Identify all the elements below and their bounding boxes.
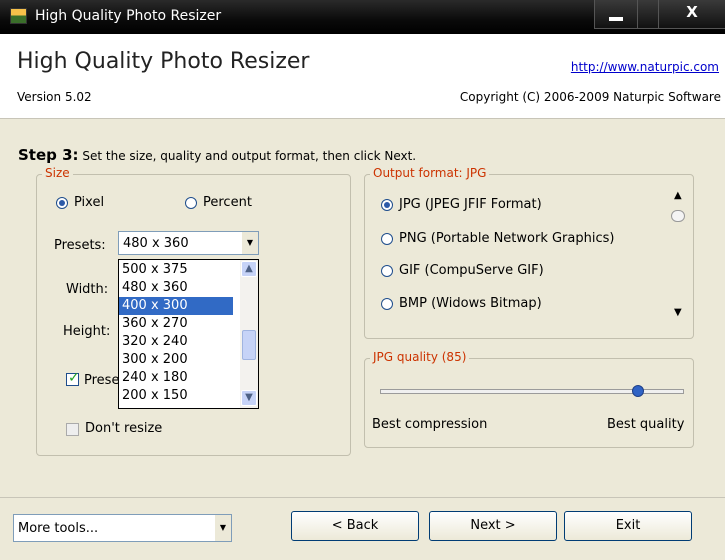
- presets-dropdown-list[interactable]: 500 x 375 480 x 360 400 x 300 360 x 270 …: [118, 259, 259, 409]
- header-panel: High Quality Photo Resizer http://www.na…: [0, 34, 725, 119]
- scroll-down-icon[interactable]: ▼: [241, 390, 257, 406]
- version-text: Version 5.02: [17, 90, 92, 104]
- format-radio-bmp[interactable]: [381, 298, 393, 310]
- exit-button[interactable]: Exit: [564, 511, 692, 541]
- scroll-thumb[interactable]: [671, 210, 685, 222]
- presets-combo[interactable]: 480 x 360 ▼: [118, 231, 259, 255]
- chevron-down-icon[interactable]: ▼: [242, 232, 258, 254]
- format-label-png: PNG (Portable Network Graphics): [399, 231, 615, 246]
- dropdown-scrollbar[interactable]: ▲ ▼: [240, 260, 258, 408]
- presets-options: 500 x 375 480 x 360 400 x 300 360 x 270 …: [119, 261, 233, 405]
- copyright-text: Copyright (C) 2006-2009 Naturpic Softwar…: [459, 90, 721, 104]
- minimize-icon: [609, 17, 623, 21]
- dont-resize-checkbox[interactable]: [66, 423, 79, 436]
- preset-option[interactable]: 320 x 240: [119, 333, 233, 351]
- presets-label: Presets:: [54, 238, 106, 253]
- scroll-up-icon[interactable]: ▲: [674, 190, 682, 201]
- dont-resize-label: Don't resize: [85, 421, 163, 436]
- step-label: Step 3:: [18, 146, 79, 164]
- preset-option[interactable]: 300 x 200: [119, 351, 233, 369]
- website-link[interactable]: http://www.naturpic.com: [571, 60, 719, 74]
- jpg-quality-legend: JPG quality (85): [370, 350, 470, 364]
- step-text: Set the size, quality and output format,…: [82, 149, 417, 163]
- next-button[interactable]: Next >: [429, 511, 557, 541]
- jpg-quality-group: [364, 358, 694, 448]
- quality-slider-thumb[interactable]: [631, 385, 644, 397]
- format-scrollbar[interactable]: ▲ ▼: [669, 188, 689, 328]
- preserve-aspect-checkbox[interactable]: ✓: [66, 370, 80, 386]
- back-button[interactable]: < Back: [291, 511, 419, 541]
- app-title: High Quality Photo Resizer: [17, 49, 310, 74]
- best-quality-label: Best quality: [607, 417, 685, 432]
- window-title: High Quality Photo Resizer: [35, 8, 222, 24]
- format-radio-gif[interactable]: [381, 265, 393, 277]
- preset-option[interactable]: 480 x 360: [119, 279, 233, 297]
- preset-option[interactable]: 240 x 180: [119, 369, 233, 387]
- close-icon: X: [686, 3, 698, 21]
- title-bar: High Quality Photo Resizer X: [0, 0, 725, 34]
- scroll-down-icon[interactable]: ▼: [674, 307, 682, 318]
- window-controls: X: [594, 0, 725, 29]
- chevron-down-icon[interactable]: ▼: [215, 515, 231, 541]
- height-label: Height:: [63, 324, 111, 339]
- percent-label: Percent: [203, 195, 252, 210]
- close-button[interactable]: X: [659, 0, 725, 28]
- preset-option[interactable]: 400 x 300: [119, 297, 233, 315]
- format-radio-jpg[interactable]: [381, 199, 393, 211]
- pixel-radio[interactable]: [56, 197, 68, 209]
- width-label: Width:: [66, 282, 109, 297]
- format-label-bmp: BMP (Widows Bitmap): [399, 296, 542, 311]
- minimize-button[interactable]: [595, 0, 638, 28]
- preserve-aspect-label: Prese: [84, 373, 120, 388]
- more-tools-combo[interactable]: More tools... ▼: [13, 514, 232, 542]
- format-label-gif: GIF (CompuServe GIF): [399, 263, 544, 278]
- size-legend: Size: [42, 166, 73, 180]
- scroll-thumb[interactable]: [242, 330, 256, 360]
- format-label-jpg: JPG (JPEG JFIF Format): [399, 197, 542, 212]
- preset-option[interactable]: 360 x 270: [119, 315, 233, 333]
- maximize-button[interactable]: [638, 0, 659, 28]
- presets-value: 480 x 360: [123, 236, 189, 251]
- scroll-up-icon[interactable]: ▲: [241, 261, 257, 277]
- quality-slider-track[interactable]: [380, 385, 684, 397]
- app-icon: [10, 8, 27, 24]
- output-format-legend: Output format: JPG: [370, 166, 490, 180]
- preset-option[interactable]: 500 x 375: [119, 261, 233, 279]
- step-instruction: Step 3: Set the size, quality and output…: [18, 146, 416, 164]
- format-radio-png[interactable]: [381, 233, 393, 245]
- pixel-label: Pixel: [74, 195, 105, 210]
- best-compression-label: Best compression: [372, 417, 488, 432]
- preset-option[interactable]: 200 x 150: [119, 387, 233, 405]
- percent-radio[interactable]: [185, 197, 197, 209]
- checkmark-icon: ✓: [68, 370, 80, 386]
- more-tools-value: More tools...: [18, 521, 99, 536]
- footer-separator: [0, 497, 725, 498]
